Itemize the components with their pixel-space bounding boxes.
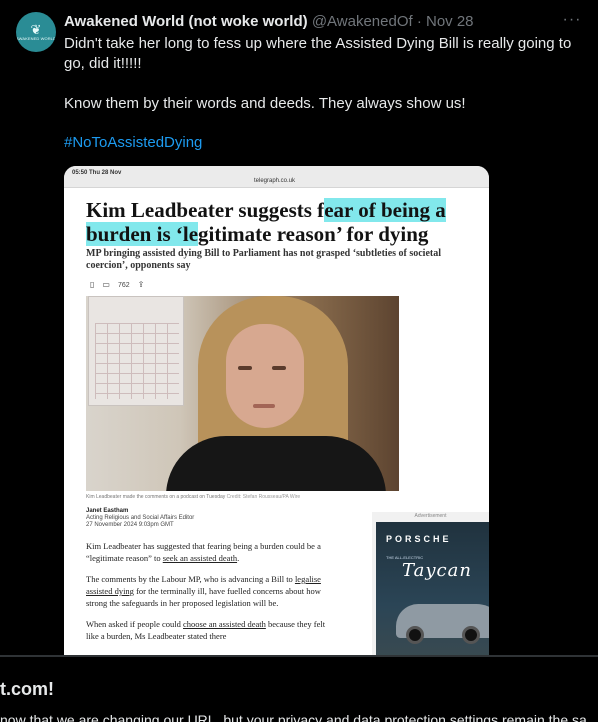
- author-role: Acting Religious and Social Affairs Edit…: [86, 515, 195, 521]
- ad-creative: PORSCHE THE ALL-ELECTRIC Taycan: [376, 522, 489, 660]
- wall-calendar: [88, 296, 184, 406]
- headline-text: Kim Leadbeater suggests f: [86, 198, 325, 222]
- tweet-text-line: Didn't take her long to fess up where th…: [64, 35, 572, 72]
- article-link: choose an assisted death: [183, 619, 266, 629]
- browser-url: telegraph.co.uk: [254, 178, 296, 184]
- hashtag-link[interactable]: #NoToAssistedDying: [64, 133, 202, 153]
- published-date: 27 November 2024 9:03pm GMT: [86, 522, 174, 528]
- display-name[interactable]: Awakened World (not woke world): [64, 13, 308, 30]
- ad-brand: PORSCHE: [386, 534, 452, 544]
- banner-title: t.com!: [0, 679, 54, 699]
- ad-label: Advertisement: [414, 513, 447, 519]
- article-paragraph: The comments by the Labour MP, who is ad…: [86, 574, 321, 608]
- article-link: seek an assisted death: [162, 553, 238, 563]
- status-time: 05:50 Thu 28 Nov: [72, 170, 122, 176]
- article-photo: [86, 296, 399, 491]
- leaf-logo-icon: ❦: [30, 22, 42, 37]
- ad-model: Taycan: [402, 560, 472, 581]
- photo-credit: Credit: Stefan Rousseau/PA Wire: [226, 494, 301, 500]
- author-name: Janet Eastham: [86, 508, 129, 514]
- article-paragraph: When asked if people could choose an ass…: [86, 619, 326, 641]
- avatar-text: AWAKENED WORLD: [16, 36, 56, 41]
- tweet-text-line: Know them by their words and deeds. They…: [64, 95, 466, 112]
- avatar[interactable]: ❦ AWAKENED WORLD: [16, 12, 56, 52]
- tweet-media-image[interactable]: 05:50 Thu 28 Nov telegraph.co.uk Kim Lea…: [64, 166, 489, 660]
- tweet-text: Didn't take her long to fess up where th…: [64, 34, 579, 134]
- tweet-header: Awakened World (not woke world) @Awakene…: [64, 12, 564, 32]
- tweet-date[interactable]: Nov 28: [426, 13, 474, 30]
- comment-count: 762: [117, 281, 130, 289]
- article-standfirst: MP bringing assisted dying Bill to Parli…: [86, 248, 442, 271]
- headline-text: gitimate reason’ for dying: [198, 222, 429, 246]
- article-byline: Janet Eastham Acting Religious and Socia…: [86, 508, 194, 529]
- advertisement: Advertisement PORSCHE THE ALL-ELECTRIC T…: [372, 512, 489, 660]
- user-handle[interactable]: @AwakenedOf: [312, 13, 413, 30]
- banner-text: now that we are changing our URL, but yo…: [0, 712, 587, 722]
- headline-highlight: burden is ‘le: [86, 222, 199, 246]
- article-headline: Kim Leadbeater suggests fear of being a …: [86, 198, 481, 246]
- notice-banner: t.com! now that we are changing our URL,…: [0, 657, 598, 722]
- photo-caption: Kim Leadbeater made the comments on a po…: [86, 494, 300, 500]
- share-icon: ⇪: [137, 280, 145, 289]
- article-paragraph: Kim Leadbeater has suggested that fearin…: [86, 541, 321, 563]
- article-body: Kim Leadbeater has suggested that fearin…: [86, 540, 331, 651]
- caption-text: Kim Leadbeater made the comments on a po…: [86, 494, 226, 500]
- tweet[interactable]: ❦ AWAKENED WORLD Awakened World (not wok…: [0, 0, 598, 660]
- separator: ·: [416, 13, 422, 30]
- headline-highlight: ear of being a: [324, 198, 446, 222]
- comment-icon: ▭: [102, 280, 110, 289]
- browser-status-bar: 05:50 Thu 28 Nov telegraph.co.uk: [64, 166, 489, 188]
- article-tools: ▯ ▭ 762 ⇪: [90, 279, 144, 291]
- more-options-icon[interactable]: ···: [562, 12, 582, 32]
- bookmark-icon: ▯: [90, 280, 95, 289]
